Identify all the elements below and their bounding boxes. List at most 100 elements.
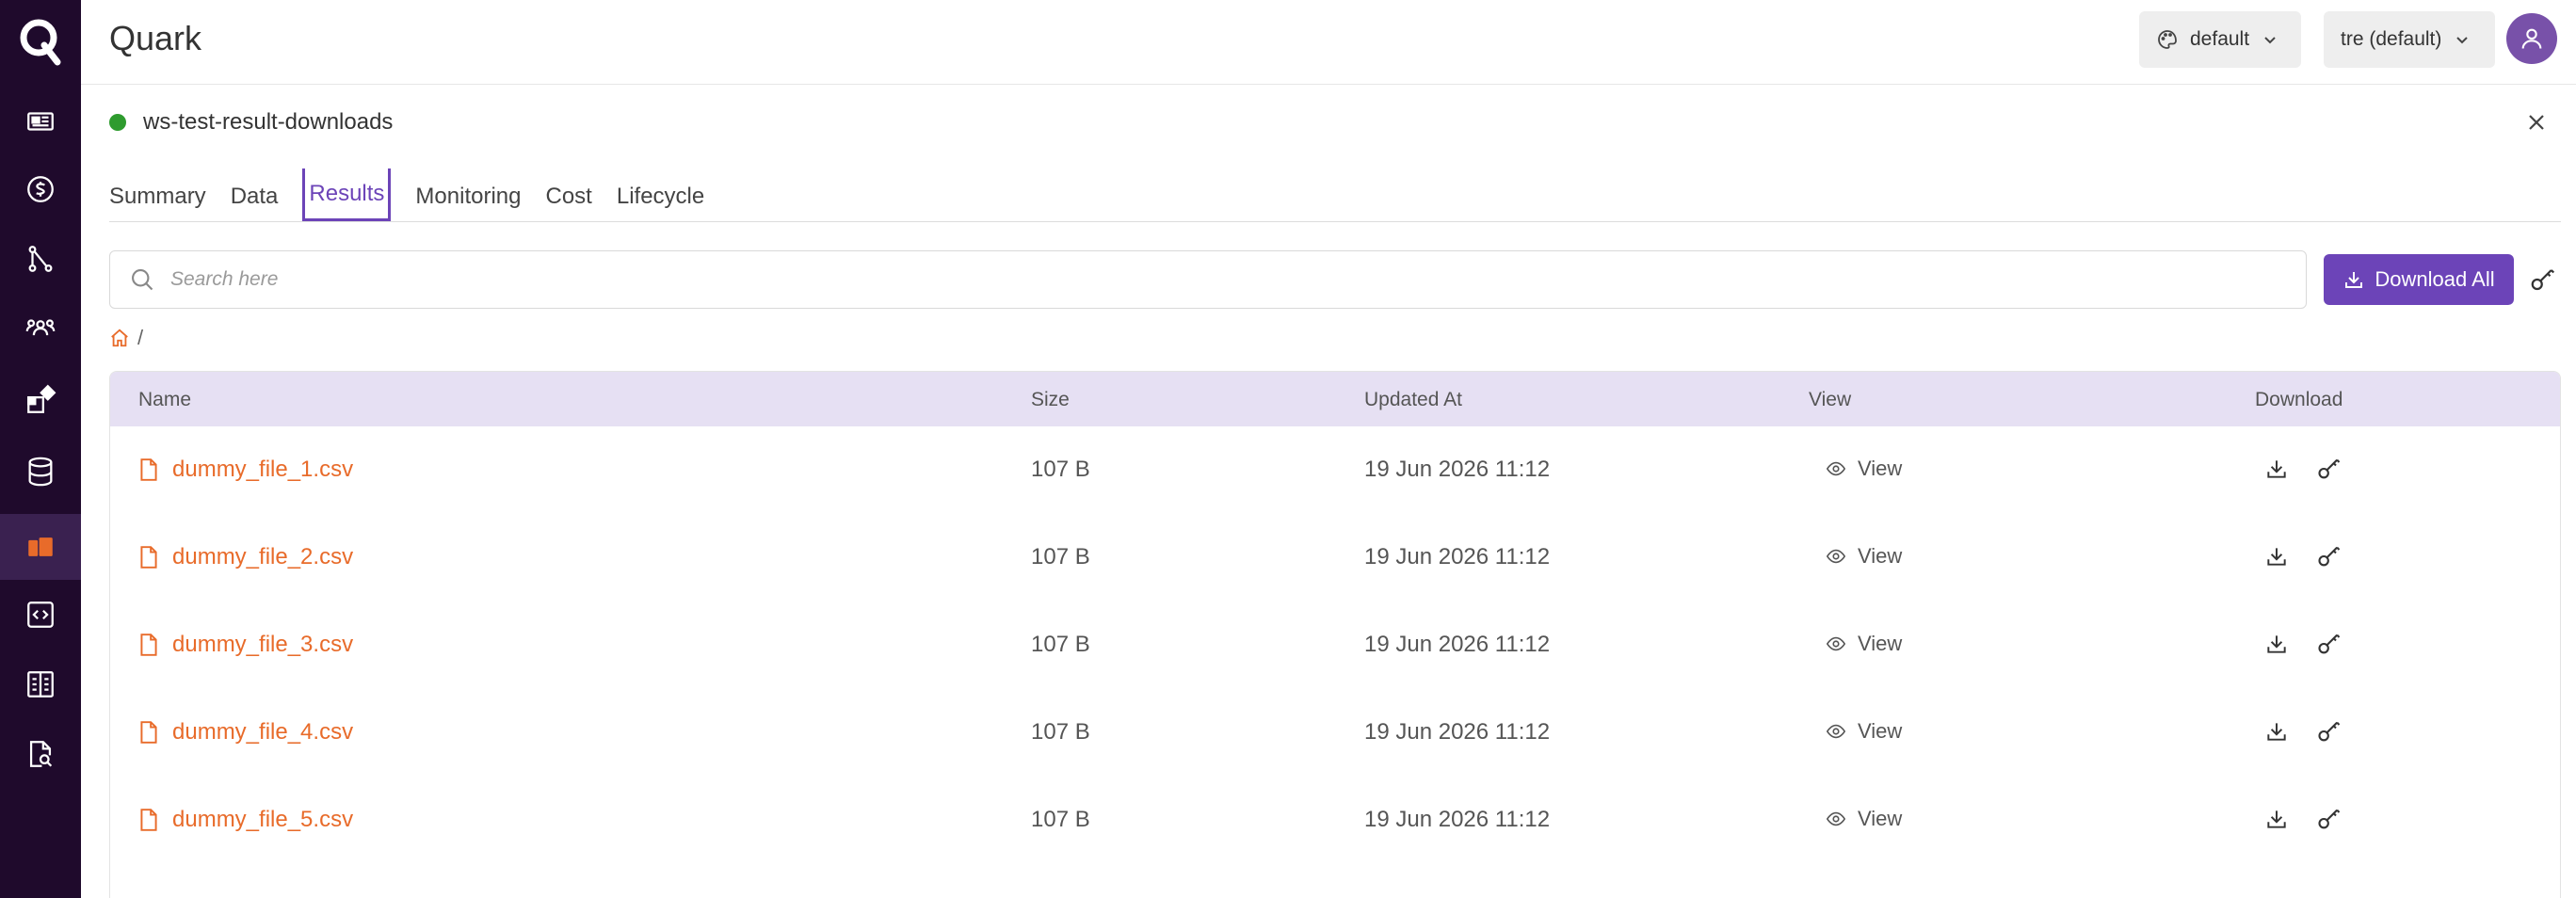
workspace-icon xyxy=(28,537,53,556)
updated-at: 19 Jun 2026 11:12 xyxy=(1364,807,1551,832)
download-file-button[interactable] xyxy=(2262,717,2291,746)
view-button[interactable]: View xyxy=(1826,632,1902,656)
code-icon xyxy=(27,601,54,628)
eye-icon xyxy=(1826,636,1846,651)
apps-icon xyxy=(27,384,56,413)
view-button[interactable]: View xyxy=(1826,457,1902,481)
column-header-updated[interactable]: Updated At xyxy=(1364,389,1462,411)
app-title: Quark xyxy=(109,19,202,57)
tenant-select-value: tre (default) xyxy=(2341,28,2442,50)
tab-data[interactable]: Data xyxy=(231,168,279,221)
file-key-button[interactable] xyxy=(2315,630,2343,658)
sidebar-item-team[interactable] xyxy=(0,296,81,361)
view-button[interactable]: View xyxy=(1826,807,1902,831)
file-size: 107 B xyxy=(1031,807,1090,832)
file-link[interactable]: dummy_file_5.csv xyxy=(138,807,353,833)
sidebar-item-news[interactable] xyxy=(0,88,81,154)
download-all-label: Download All xyxy=(2375,267,2495,291)
updated-at: 19 Jun 2026 11:12 xyxy=(1364,544,1551,569)
file-size: 107 B xyxy=(1031,719,1090,745)
file-key-button[interactable] xyxy=(2315,717,2343,746)
table-row: dummy_file_4.csv 107 B 19 Jun 2026 11:12 Vi… xyxy=(110,689,2560,777)
view-label: View xyxy=(1858,632,1903,655)
table-row: dummy_file_1.csv 107 B 19 Jun 2026 11:12 Vi… xyxy=(110,426,2560,514)
table-header: Name Size Updated At View Download xyxy=(110,372,2560,426)
eye-icon xyxy=(1826,461,1846,476)
view-label: View xyxy=(1858,807,1903,830)
tab-results[interactable]: Results xyxy=(302,168,392,221)
file-link[interactable]: dummy_file_4.csv xyxy=(138,719,353,746)
view-label: View xyxy=(1858,544,1903,568)
sidebar-item-workspace[interactable] xyxy=(0,514,81,580)
download-all-button[interactable]: Download All xyxy=(2324,254,2514,305)
pipeline-icon xyxy=(28,246,53,272)
tab-lifecycle[interactable]: Lifecycle xyxy=(617,168,704,221)
file-size: 107 B xyxy=(1031,457,1090,482)
file-size: 107 B xyxy=(1031,632,1090,657)
view-button[interactable]: View xyxy=(1826,544,1902,569)
tab-monitoring[interactable]: Monitoring xyxy=(415,168,521,221)
file-icon xyxy=(140,809,157,831)
tab-cost[interactable]: Cost xyxy=(545,168,591,221)
sidebar-item-code[interactable] xyxy=(0,582,81,648)
view-label: View xyxy=(1858,719,1903,743)
theme-select-value: default xyxy=(2190,28,2250,50)
user-icon xyxy=(2521,28,2542,49)
tenant-select[interactable]: tre (default) xyxy=(2324,11,2495,68)
view-button[interactable]: View xyxy=(1826,719,1902,744)
file-icon xyxy=(140,546,157,569)
key-icon xyxy=(2531,269,2555,291)
file-link[interactable]: dummy_file_2.csv xyxy=(138,544,353,570)
file-name: dummy_file_3.csv xyxy=(172,632,354,657)
download-icon xyxy=(2345,272,2363,288)
eye-icon xyxy=(1826,811,1846,826)
workspace-name: ws-test-result-downloads xyxy=(143,109,394,135)
tab-summary[interactable]: Summary xyxy=(109,168,206,221)
table-row: dummy_file_5.csv 107 B 19 Jun 2026 11:12 Vi… xyxy=(110,777,2560,864)
column-header-size[interactable]: Size xyxy=(1031,389,1070,411)
theme-select[interactable]: default xyxy=(2139,11,2301,68)
file-key-button[interactable] xyxy=(2315,455,2343,483)
key-button[interactable] xyxy=(2529,265,2557,294)
sidebar-item-docs[interactable] xyxy=(0,651,81,717)
download-icon xyxy=(2267,460,2286,478)
file-name: dummy_file_2.csv xyxy=(172,544,354,569)
sidebar-item-apps[interactable] xyxy=(0,367,81,433)
close-button[interactable] xyxy=(2523,109,2550,136)
team-icon xyxy=(25,319,56,336)
file-link[interactable]: dummy_file_3.csv xyxy=(138,632,353,658)
chevron-down-icon xyxy=(2456,37,2469,44)
download-file-button[interactable] xyxy=(2262,542,2291,570)
sidebar-item-database[interactable] xyxy=(0,439,81,505)
status-dot xyxy=(109,114,126,131)
close-icon xyxy=(2529,115,2544,130)
sidebar-item-cost[interactable] xyxy=(0,156,81,222)
view-label: View xyxy=(1858,457,1903,480)
file-key-button[interactable] xyxy=(2315,542,2343,570)
file-icon xyxy=(140,721,157,744)
file-key-button[interactable] xyxy=(2315,805,2343,833)
tab-bar: Summary Data Results Monitoring Cost Lif… xyxy=(109,168,2561,222)
sidebar-item-search-docs[interactable] xyxy=(0,721,81,787)
file-link[interactable]: dummy_file_1.csv xyxy=(138,457,353,483)
download-file-button[interactable] xyxy=(2262,805,2291,833)
breadcrumb-separator: / xyxy=(137,326,144,349)
key-icon xyxy=(2318,458,2341,479)
home-icon[interactable] xyxy=(109,328,130,348)
column-header-name[interactable]: Name xyxy=(138,389,191,411)
column-header-download: Download xyxy=(2255,389,2343,410)
updated-at: 19 Jun 2026 11:12 xyxy=(1364,632,1551,657)
user-avatar[interactable] xyxy=(2506,13,2557,64)
updated-at: 19 Jun 2026 11:12 xyxy=(1364,719,1551,745)
search-input[interactable] xyxy=(170,268,2242,291)
file-name: dummy_file_1.csv xyxy=(172,457,354,482)
download-file-button[interactable] xyxy=(2262,455,2291,483)
search-doc-icon xyxy=(29,741,53,767)
quark-logo[interactable] xyxy=(0,0,81,81)
sidebar-item-pipeline[interactable] xyxy=(0,226,81,292)
palette-icon xyxy=(2158,30,2177,49)
table-row: dummy_file_2.csv 107 B 19 Jun 2026 11:12 Vi… xyxy=(110,514,2560,601)
results-table: Name Size Updated At View Download dummy… xyxy=(109,371,2561,898)
download-file-button[interactable] xyxy=(2262,630,2291,658)
breadcrumb: / xyxy=(109,326,143,350)
